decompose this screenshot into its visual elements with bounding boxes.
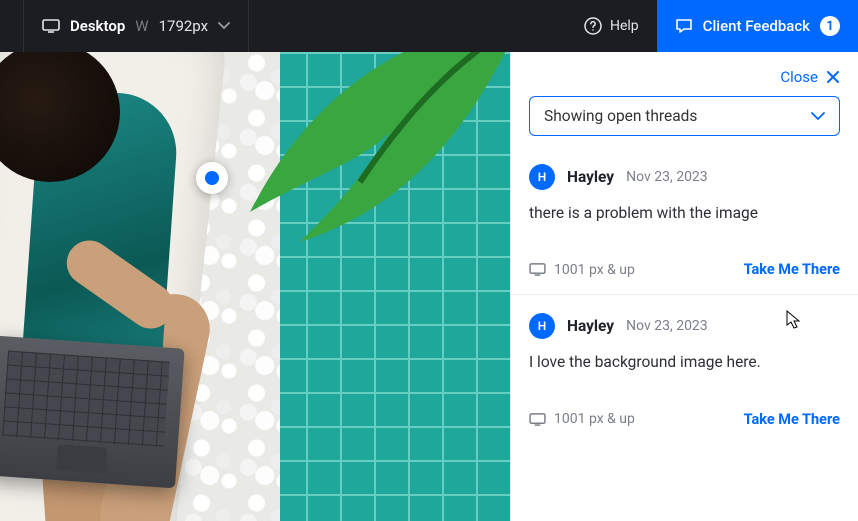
- thread-date: Nov 23, 2023: [626, 318, 708, 334]
- feedback-marker[interactable]: [196, 162, 228, 194]
- avatar: H: [529, 313, 555, 339]
- breakpoint-indicator: 1001 px & up: [529, 262, 635, 278]
- device-label: Desktop: [70, 17, 125, 35]
- breakpoint-indicator: 1001 px & up: [529, 411, 635, 427]
- close-label: Close: [780, 68, 818, 86]
- thread-message: there is a problem with the image: [529, 202, 840, 225]
- desktop-icon: [529, 263, 546, 276]
- laptop: [0, 336, 185, 489]
- help-label: Help: [610, 18, 639, 34]
- thread-author: Hayley: [567, 317, 614, 335]
- laptop-keyboard: [2, 350, 170, 447]
- client-feedback-button[interactable]: Client Feedback 1: [657, 0, 858, 52]
- chevron-down-icon: [218, 22, 230, 30]
- design-canvas[interactable]: [0, 52, 510, 521]
- desktop-icon: [42, 19, 60, 33]
- thread-list: H Hayley Nov 23, 2023 there is a problem…: [511, 142, 858, 521]
- feedback-marker-dot: [205, 171, 219, 185]
- width-label: W: [135, 17, 148, 35]
- thread-header: H Hayley Nov 23, 2023: [529, 313, 840, 339]
- width-value: 1792px: [159, 17, 208, 35]
- palm-leaf: [240, 52, 510, 252]
- topbar-left-gutter: [0, 0, 24, 52]
- main: Close Showing open threads H Hayley Nov …: [0, 52, 858, 521]
- breakpoint-label: 1001 px & up: [554, 411, 635, 427]
- filter-label: Showing open threads: [544, 107, 697, 125]
- topbar-spacer: [249, 0, 566, 52]
- breakpoint-label: 1001 px & up: [554, 262, 635, 278]
- feedback-panel: Close Showing open threads H Hayley Nov …: [510, 52, 858, 521]
- laptop-trackpad: [56, 444, 108, 473]
- desktop-icon: [529, 413, 546, 426]
- feedback-icon: [675, 17, 693, 35]
- help-icon: [584, 17, 602, 35]
- chevron-down-icon: [811, 112, 825, 121]
- feedback-label: Client Feedback: [703, 17, 810, 35]
- device-selector[interactable]: Desktop W 1792px: [24, 0, 249, 52]
- thread-footer: 1001 px & up Take Me There: [529, 411, 840, 428]
- take-me-there-button[interactable]: Take Me There: [744, 411, 840, 428]
- thread-date: Nov 23, 2023: [626, 169, 708, 185]
- close-panel-button[interactable]: Close: [511, 52, 858, 96]
- thread-item[interactable]: H Hayley Nov 23, 2023 I love the backgro…: [511, 294, 858, 443]
- thread-header: H Hayley Nov 23, 2023: [529, 164, 840, 190]
- thread-author: Hayley: [567, 168, 614, 186]
- feedback-count-badge: 1: [820, 16, 840, 36]
- thread-message: I love the background image here.: [529, 351, 840, 374]
- topbar: Desktop W 1792px Help Client Feedback 1: [0, 0, 858, 52]
- take-me-there-button[interactable]: Take Me There: [744, 261, 840, 278]
- close-icon: [826, 70, 840, 84]
- help-button[interactable]: Help: [566, 0, 657, 52]
- thread-footer: 1001 px & up Take Me There: [529, 261, 840, 278]
- thread-filter-select[interactable]: Showing open threads: [529, 96, 840, 136]
- avatar: H: [529, 164, 555, 190]
- thread-item[interactable]: H Hayley Nov 23, 2023 there is a problem…: [511, 142, 858, 294]
